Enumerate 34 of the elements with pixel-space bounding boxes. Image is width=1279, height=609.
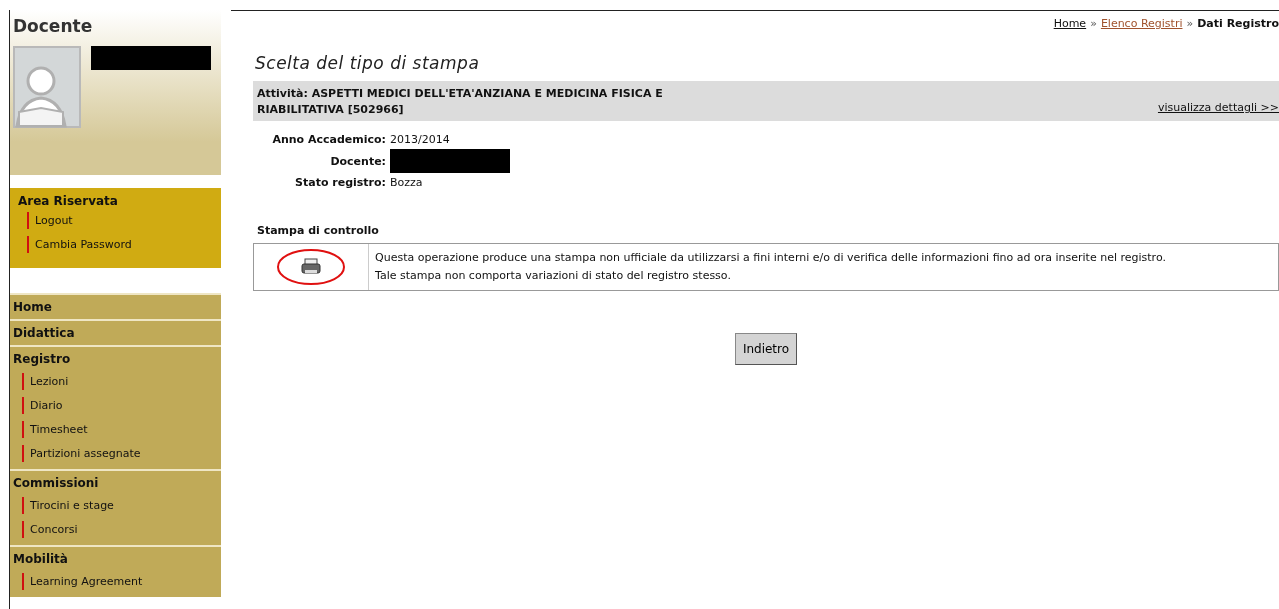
page-title: Scelta del tipo di stampa <box>255 53 481 73</box>
submenu-item[interactable]: Timesheet <box>22 421 221 438</box>
activity-title: Attività: ASPETTI MEDICI DELL'ETA'ANZIANA E MEDICINA FISICA E RIABILITATIVA [502966] <box>257 86 664 118</box>
sidebar-title: Docente <box>13 16 94 36</box>
field-value: 2013/2014 <box>390 133 450 146</box>
field-label: Docente: <box>330 154 386 168</box>
field-label: Anno Accademico: <box>272 133 386 146</box>
submenu-item[interactable]: Learning Agreement <box>22 573 221 590</box>
submenu-item[interactable]: Concorsi <box>22 521 221 538</box>
submenu-item[interactable]: Partizioni assegnate <box>22 445 221 462</box>
submenu-item[interactable]: Diario <box>22 397 221 414</box>
menu-item[interactable]: Registro <box>10 345 221 371</box>
print-description: Questa operazione produce una stampa non ufficiale da utilizzarsi a fini interni e/o di verifica delle informazioni fino ad ora inserite nel registro. Tale stampa non comporta variazioni di stato del registro stesso. <box>374 250 1167 284</box>
field-value: Bozza <box>390 176 423 189</box>
menu-item[interactable]: Mobilità <box>10 545 221 571</box>
submenu-item[interactable]: Tirocini e stage <box>22 497 221 514</box>
user-avatar-icon <box>13 46 81 128</box>
print-button[interactable] <box>276 248 346 286</box>
back-button[interactable]: Indietro <box>734 333 798 365</box>
breadcrumb-separator: » <box>1186 17 1194 30</box>
field-label: Stato registro: <box>295 176 386 189</box>
breadcrumb-link[interactable]: Home <box>1053 17 1087 30</box>
details-link[interactable]: visualizza dettagli >> <box>1157 101 1279 114</box>
submenu-item[interactable]: Lezioni <box>22 373 221 390</box>
sidebar-link[interactable]: Logout <box>27 212 221 229</box>
sidebar-link[interactable]: Cambia Password <box>27 236 221 253</box>
section-title: Stampa di controllo <box>257 224 380 237</box>
menu-item[interactable]: Didattica <box>10 319 221 345</box>
breadcrumb-link[interactable]: Elenco Registri <box>1100 17 1183 30</box>
menu-item[interactable]: Home <box>10 293 221 319</box>
current-page-label: Dati Registro <box>1197 17 1279 30</box>
breadcrumb-separator: » <box>1090 17 1097 30</box>
menu-item[interactable]: Commissioni <box>10 469 221 495</box>
section-title: Area Riservata <box>18 194 119 208</box>
